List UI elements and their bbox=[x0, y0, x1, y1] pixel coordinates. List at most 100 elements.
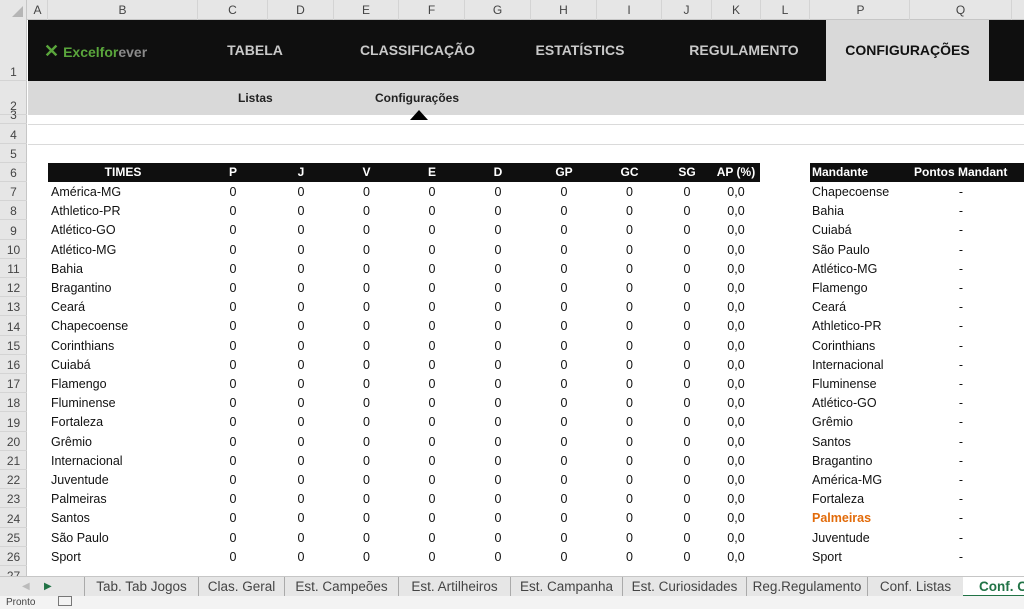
stat-cell[interactable]: 0 bbox=[531, 221, 597, 240]
home-team-cell[interactable]: Atlético-GO bbox=[812, 394, 910, 413]
stat-cell[interactable]: 0 bbox=[531, 529, 597, 548]
team-name-cell[interactable]: Cuiabá bbox=[51, 356, 198, 375]
stat-cell[interactable]: 0 bbox=[662, 529, 712, 548]
stat-cell[interactable]: 0 bbox=[198, 183, 268, 202]
stat-cell[interactable]: 0 bbox=[662, 241, 712, 260]
stat-cell[interactable]: 0 bbox=[198, 260, 268, 279]
stat-cell[interactable]: 0 bbox=[597, 471, 662, 490]
column-header-h[interactable]: H bbox=[531, 0, 597, 20]
row-header-13[interactable]: 13 bbox=[0, 297, 27, 317]
stat-cell[interactable]: 0 bbox=[531, 452, 597, 471]
stat-cell[interactable]: 0 bbox=[597, 548, 662, 567]
stat-cell[interactable]: 0,0 bbox=[712, 548, 760, 567]
nav-configuracoes[interactable]: CONFIGURAÇÕES bbox=[826, 20, 989, 81]
home-team-cell[interactable]: Atlético-MG bbox=[812, 260, 910, 279]
stat-cell[interactable]: 0 bbox=[198, 394, 268, 413]
team-name-cell[interactable]: Fluminense bbox=[51, 394, 198, 413]
stat-cell[interactable]: 0 bbox=[268, 509, 334, 528]
team-name-cell[interactable]: Fortaleza bbox=[51, 413, 198, 432]
stat-cell[interactable]: 0 bbox=[399, 471, 465, 490]
stat-cell[interactable]: 0,0 bbox=[712, 221, 760, 240]
stat-cell[interactable]: 0,0 bbox=[712, 260, 760, 279]
stat-cell[interactable]: 0 bbox=[597, 490, 662, 509]
column-header-f[interactable]: F bbox=[399, 0, 465, 20]
column-header-k[interactable]: K bbox=[712, 0, 761, 20]
stat-cell[interactable]: 0,0 bbox=[712, 356, 760, 375]
sheet-tab-8[interactable]: Conf. C bbox=[963, 577, 1024, 597]
stat-cell[interactable]: 0 bbox=[662, 413, 712, 432]
stat-cell[interactable]: 0 bbox=[334, 490, 399, 509]
home-points-cell[interactable]: - bbox=[910, 183, 1012, 202]
stat-cell[interactable]: 0 bbox=[268, 452, 334, 471]
column-header-a[interactable]: A bbox=[28, 0, 48, 20]
scroll-tabs-right-icon[interactable]: ▶ bbox=[44, 581, 52, 592]
column-header-q[interactable]: Q bbox=[910, 0, 1012, 20]
home-team-cell[interactable]: América-MG bbox=[812, 471, 910, 490]
column-header-j[interactable]: J bbox=[662, 0, 712, 20]
stat-cell[interactable]: 0 bbox=[198, 317, 268, 336]
stat-cell[interactable]: 0 bbox=[268, 241, 334, 260]
stat-cell[interactable]: 0,0 bbox=[712, 509, 760, 528]
stat-cell[interactable]: 0 bbox=[597, 413, 662, 432]
row-header-21[interactable]: 21 bbox=[0, 451, 27, 470]
stat-cell[interactable]: 0 bbox=[531, 375, 597, 394]
stat-cell[interactable]: 0 bbox=[399, 452, 465, 471]
stat-cell[interactable]: 0 bbox=[465, 375, 531, 394]
stat-cell[interactable]: 0 bbox=[531, 337, 597, 356]
row-header-7[interactable]: 7 bbox=[0, 182, 27, 202]
row-header-3[interactable]: 3 bbox=[0, 108, 27, 124]
select-all-button[interactable] bbox=[0, 0, 27, 20]
column-header-c[interactable]: C bbox=[198, 0, 268, 20]
stat-cell[interactable]: 0 bbox=[198, 375, 268, 394]
stat-cell[interactable]: 0 bbox=[465, 433, 531, 452]
home-points-cell[interactable]: - bbox=[910, 471, 1012, 490]
stat-cell[interactable]: 0 bbox=[268, 490, 334, 509]
stat-cell[interactable]: 0,0 bbox=[712, 298, 760, 317]
home-points-cell[interactable]: - bbox=[910, 260, 1012, 279]
row-header-17[interactable]: 17 bbox=[0, 374, 27, 394]
column-header-l[interactable]: L bbox=[761, 0, 810, 20]
home-team-cell[interactable]: Ceará bbox=[812, 298, 910, 317]
stat-cell[interactable]: 0 bbox=[399, 548, 465, 567]
stat-cell[interactable]: 0 bbox=[399, 490, 465, 509]
stat-cell[interactable]: 0 bbox=[531, 548, 597, 567]
stat-cell[interactable]: 0 bbox=[198, 471, 268, 490]
stat-cell[interactable]: 0,0 bbox=[712, 529, 760, 548]
stat-cell[interactable]: 0 bbox=[198, 433, 268, 452]
stat-cell[interactable]: 0 bbox=[465, 394, 531, 413]
stat-cell[interactable]: 0,0 bbox=[712, 433, 760, 452]
stat-cell[interactable]: 0 bbox=[597, 298, 662, 317]
home-points-cell[interactable]: - bbox=[910, 433, 1012, 452]
column-header-g[interactable]: G bbox=[465, 0, 531, 20]
stat-cell[interactable]: 0 bbox=[465, 509, 531, 528]
stat-cell[interactable]: 0 bbox=[268, 356, 334, 375]
stat-cell[interactable]: 0 bbox=[198, 509, 268, 528]
stat-cell[interactable]: 0 bbox=[268, 221, 334, 240]
stat-cell[interactable]: 0,0 bbox=[712, 471, 760, 490]
sheet-tab-7[interactable]: Conf. Listas bbox=[867, 577, 963, 597]
row-header-15[interactable]: 15 bbox=[0, 336, 27, 355]
column-header-b[interactable]: B bbox=[48, 0, 198, 20]
stat-cell[interactable]: 0 bbox=[268, 317, 334, 336]
stat-cell[interactable]: 0 bbox=[334, 260, 399, 279]
stat-cell[interactable]: 0 bbox=[198, 337, 268, 356]
team-name-cell[interactable]: Atlético-MG bbox=[51, 241, 198, 260]
stat-cell[interactable]: 0,0 bbox=[712, 241, 760, 260]
stat-cell[interactable]: 0 bbox=[531, 509, 597, 528]
team-name-cell[interactable]: São Paulo bbox=[51, 529, 198, 548]
stat-cell[interactable]: 0 bbox=[198, 298, 268, 317]
home-points-cell[interactable]: - bbox=[910, 221, 1012, 240]
home-team-cell[interactable]: Bragantino bbox=[812, 452, 910, 471]
stat-cell[interactable]: 0 bbox=[334, 183, 399, 202]
home-team-cell[interactable]: Corinthians bbox=[812, 337, 910, 356]
row-header-20[interactable]: 20 bbox=[0, 432, 27, 451]
row-header-25[interactable]: 25 bbox=[0, 528, 27, 547]
stat-cell[interactable]: 0 bbox=[268, 279, 334, 298]
stat-cell[interactable]: 0,0 bbox=[712, 337, 760, 356]
home-points-cell[interactable]: - bbox=[910, 356, 1012, 375]
stat-cell[interactable]: 0 bbox=[597, 529, 662, 548]
stat-cell[interactable]: 0 bbox=[531, 490, 597, 509]
stat-cell[interactable]: 0 bbox=[198, 548, 268, 567]
stat-cell[interactable]: 0 bbox=[268, 183, 334, 202]
sheet-tab-1[interactable]: Clas. Geral bbox=[198, 577, 284, 597]
